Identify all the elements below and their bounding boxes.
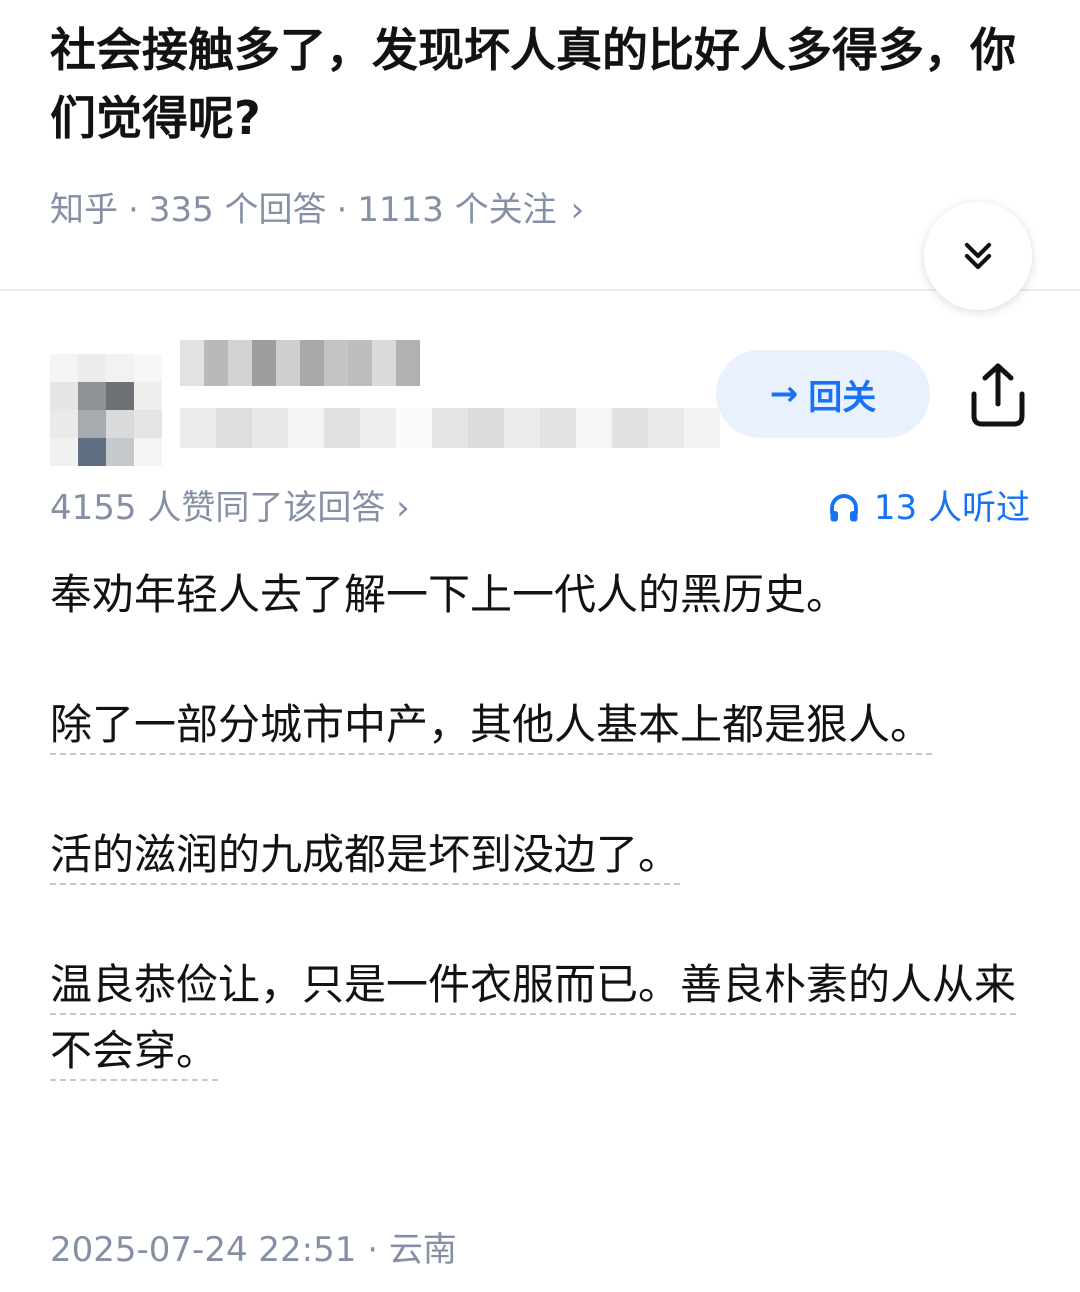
source-label: 知乎 xyxy=(50,190,118,230)
answer-paragraph: 除了一部分城市中产，其他人基本上都是狠人。 xyxy=(50,692,1030,758)
post-datetime: 2025-07-24 22:51 xyxy=(50,1230,357,1270)
paragraph-text: 温良恭俭让，只是一件衣服而已。善良朴素的人从来不会穿。 xyxy=(50,960,1017,1081)
follow-back-label: 回关 xyxy=(808,377,877,418)
arrow-right-icon: → xyxy=(769,374,799,414)
paragraph-text: 除了一部分城市中产，其他人基本上都是狠人。 xyxy=(50,700,933,755)
follower-count: 1113 个关注 xyxy=(357,190,557,230)
meta-separator: · xyxy=(128,190,139,230)
paragraph-text: 奉劝年轻人去了解一下上一代人的黑历史。 xyxy=(50,570,849,619)
avatar[interactable] xyxy=(50,354,162,466)
answer-stats: 4155 人赞同了该回答 › 13 人听过 xyxy=(50,484,1030,532)
answer-footer: 2025-07-24 22:51 · 云南 xyxy=(50,1226,457,1274)
chevron-right-icon: › xyxy=(396,488,410,528)
meta-separator: · xyxy=(336,190,348,230)
question-meta[interactable]: 知乎 · 335 个回答 · 1113 个关注 › xyxy=(50,186,584,234)
paragraph-text: 活的滋润的九成都是坏到没边了。 xyxy=(50,830,681,885)
answer-content: 奉劝年轻人去了解一下上一代人的黑历史。 除了一部分城市中产，其他人基本上都是狠人… xyxy=(50,562,1030,1084)
question-header: 社会接触多了，发现坏人真的比好人多得多，你们觉得呢? 知乎 · 335 个回答 · 11… xyxy=(0,0,1080,310)
vote-count[interactable]: 4155 人赞同了该回答 › xyxy=(50,484,410,532)
vote-count-text: 4155 人赞同了该回答 xyxy=(50,488,386,528)
expand-button[interactable] xyxy=(924,202,1032,310)
post-location: 云南 xyxy=(388,1230,457,1270)
question-title[interactable]: 社会接触多了，发现坏人真的比好人多得多，你们觉得呢? xyxy=(50,16,1030,152)
share-button[interactable] xyxy=(966,360,1030,430)
share-icon xyxy=(971,363,1025,427)
chevron-right-icon: › xyxy=(570,190,585,230)
answer-paragraph: 活的滋润的九成都是坏到没边了。 xyxy=(50,822,1030,888)
footer-separator: · xyxy=(367,1230,379,1270)
author-name-redacted[interactable] xyxy=(180,340,420,386)
listen-count[interactable]: 13 人听过 xyxy=(826,484,1030,532)
author-row: → 回关 xyxy=(0,330,1080,466)
answer-paragraph: 温良恭俭让，只是一件衣服而已。善良朴素的人从来不会穿。 xyxy=(50,952,1030,1084)
headphones-icon xyxy=(829,494,858,522)
section-divider xyxy=(0,289,1080,291)
answer-count: 335 个回答 xyxy=(148,190,327,230)
answer-paragraph: 奉劝年轻人去了解一下上一代人的黑历史。 xyxy=(50,562,1030,628)
double-chevron-down-icon xyxy=(964,242,992,270)
author-bio-redacted xyxy=(180,408,720,448)
listen-count-text: 13 人听过 xyxy=(873,488,1030,528)
follow-back-button[interactable]: → 回关 xyxy=(716,350,930,438)
